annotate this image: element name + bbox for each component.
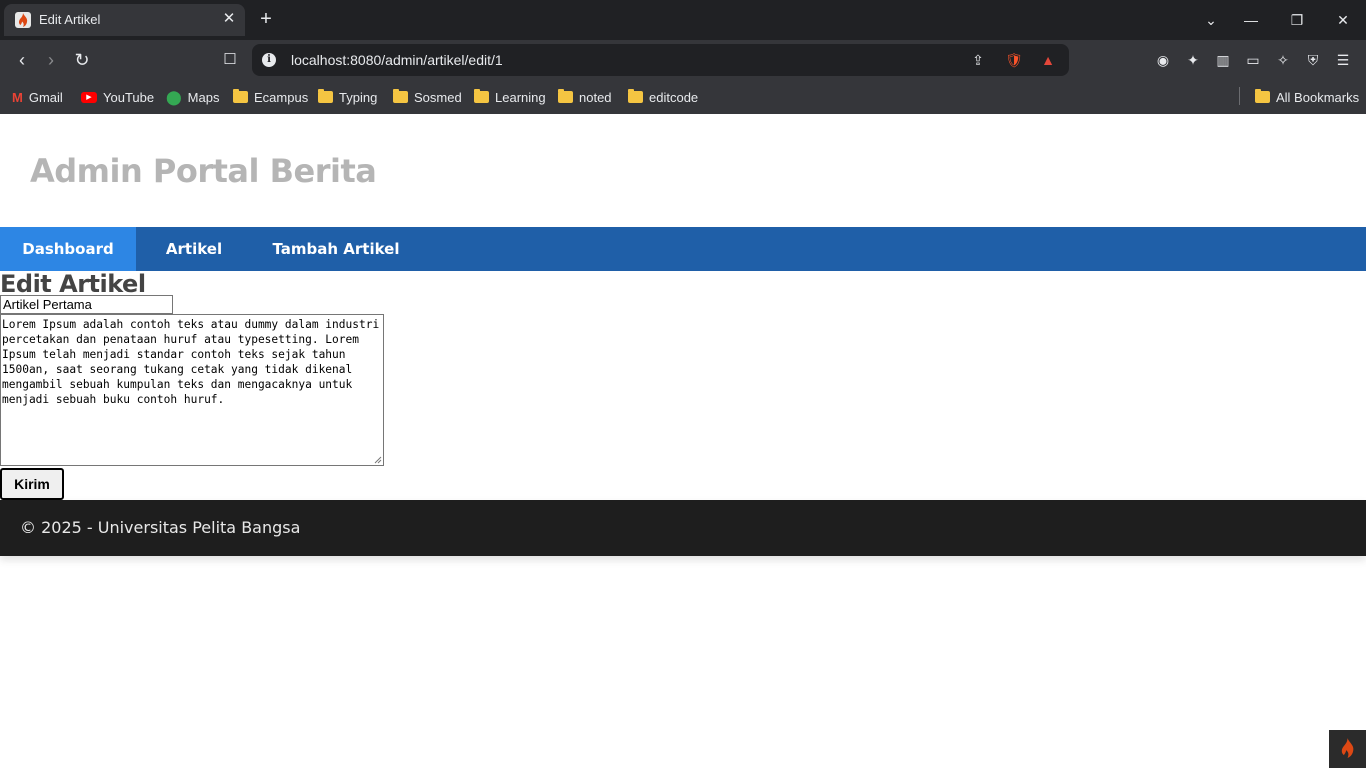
debug-toolbar-toggle[interactable] xyxy=(1329,730,1366,768)
browser-toolbar: ‹ › ↻ ☐ i localhost:8080/admin/artikel/e… xyxy=(0,40,1366,80)
submit-button[interactable]: Kirim xyxy=(0,468,64,500)
codeigniter-favicon-icon xyxy=(15,12,31,28)
all-bookmarks[interactable]: All Bookmarks xyxy=(1255,87,1359,107)
bookmark-maps[interactable]: ⬤ Maps xyxy=(166,87,219,107)
restore-icon[interactable]: ❐ xyxy=(1287,10,1307,30)
page-heading: Edit Artikel xyxy=(0,270,146,298)
site-title: Admin Portal Berita xyxy=(30,152,377,190)
menu-icon[interactable]: ☰ xyxy=(1333,50,1353,70)
bookmark-typing[interactable]: Typing xyxy=(318,87,377,107)
site-footer: © 2025 - Universitas Pelita Bangsa xyxy=(0,500,1366,556)
content-textarea[interactable]: Lorem Ipsum adalah contoh teks atau dumm… xyxy=(0,314,384,466)
folder-icon xyxy=(474,89,489,103)
folder-icon xyxy=(393,89,408,103)
codeigniter-flame-icon xyxy=(1341,738,1354,758)
leo-ai-icon[interactable]: ✧ xyxy=(1273,50,1293,70)
youtube-icon: ▶ xyxy=(81,91,97,103)
site-nav: Dashboard Artikel Tambah Artikel xyxy=(0,227,1366,271)
minimize-icon[interactable]: — xyxy=(1241,10,1261,30)
resize-grip-icon[interactable] xyxy=(374,456,382,464)
bookmarks-separator xyxy=(1239,87,1240,105)
browser-tab-bar: Edit Artikel ✕ + ⌄ — ❐ ✕ xyxy=(0,0,1366,40)
folder-icon xyxy=(318,89,333,103)
back-icon[interactable]: ‹ xyxy=(11,49,33,71)
sidebar-icon[interactable]: ▥ xyxy=(1213,50,1233,70)
bookmark-label: noted xyxy=(579,89,612,105)
nav-tambah-artikel[interactable]: Tambah Artikel xyxy=(252,227,420,271)
browser-tab[interactable]: Edit Artikel ✕ xyxy=(4,4,245,36)
bookmark-label: Ecampus xyxy=(254,89,309,105)
bookmark-label: Typing xyxy=(339,89,378,105)
brave-rewards-icon[interactable]: ▲ xyxy=(1038,50,1058,70)
close-window-icon[interactable]: ✕ xyxy=(1333,10,1353,30)
bookmark-learning[interactable]: Learning xyxy=(474,87,546,107)
bookmark-label: editcode xyxy=(649,89,699,105)
wallet-icon[interactable]: ▭ xyxy=(1243,50,1263,70)
folder-icon xyxy=(558,89,573,103)
brave-shield-icon[interactable]: 🛡 xyxy=(1004,50,1024,70)
web-page: Admin Portal Berita Dashboard Artikel Ta… xyxy=(0,114,1366,768)
vpn-icon[interactable]: ⛨ xyxy=(1303,50,1323,70)
footer-copyright: © 2025 - Universitas Pelita Bangsa xyxy=(20,518,301,537)
url-text[interactable]: localhost:8080/admin/artikel/edit/1 xyxy=(291,52,503,68)
screenshot-icon[interactable]: ◉ xyxy=(1153,50,1173,70)
address-bar[interactable]: i localhost:8080/admin/artikel/edit/1 ⇪ … xyxy=(252,44,1069,76)
reload-icon[interactable]: ↻ xyxy=(71,49,93,71)
bookmark-label: Gmail xyxy=(28,89,63,105)
site-header: Admin Portal Berita xyxy=(0,114,1366,227)
bookmark-ecampus[interactable]: Ecampus xyxy=(233,87,308,107)
bookmark-label: All Bookmarks xyxy=(1276,89,1360,105)
bookmark-sosmed[interactable]: Sosmed xyxy=(393,87,462,107)
bookmark-editcode[interactable]: editcode xyxy=(628,87,698,107)
title-input[interactable] xyxy=(0,295,173,314)
bookmark-youtube[interactable]: ▶ YouTube xyxy=(81,87,154,107)
tab-search-icon[interactable]: ⌄ xyxy=(1201,10,1221,30)
tab-title: Edit Artikel xyxy=(39,12,101,27)
new-tab-icon[interactable]: + xyxy=(256,9,276,29)
bookmark-label: Sosmed xyxy=(414,89,462,105)
extensions-icon[interactable]: ✦ xyxy=(1183,50,1203,70)
folder-icon xyxy=(628,89,643,103)
folder-icon xyxy=(1255,89,1270,103)
site-info-icon[interactable]: i xyxy=(262,53,276,67)
bookmark-icon[interactable]: ☐ xyxy=(219,49,241,71)
gmail-icon: M xyxy=(12,89,23,105)
bookmark-gmail[interactable]: M Gmail xyxy=(12,87,63,107)
bookmarks-bar: M Gmail ▶ YouTube ⬤ Maps Ecampus Typing … xyxy=(0,80,1366,114)
bookmark-label: YouTube xyxy=(103,89,155,105)
maps-icon: ⬤ xyxy=(166,88,182,105)
bookmark-noted[interactable]: noted xyxy=(558,87,612,107)
bookmark-label: Maps xyxy=(187,89,220,105)
nav-artikel[interactable]: Artikel xyxy=(136,227,252,271)
nav-dashboard[interactable]: Dashboard xyxy=(0,227,136,271)
bookmark-label: Learning xyxy=(495,89,546,105)
forward-icon[interactable]: › xyxy=(40,49,62,71)
share-icon[interactable]: ⇪ xyxy=(968,50,988,70)
tab-close-icon[interactable]: ✕ xyxy=(220,10,238,28)
folder-icon xyxy=(233,89,248,103)
